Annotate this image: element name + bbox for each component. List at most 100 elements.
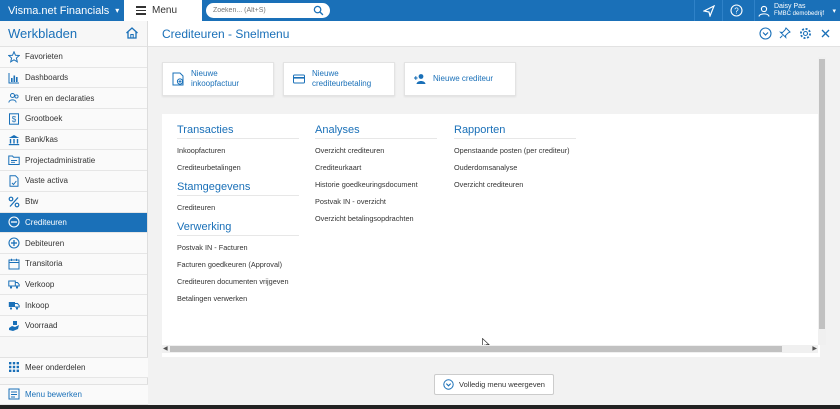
sidebar-item-favorieten[interactable]: Favorieten xyxy=(0,47,147,68)
menu-button[interactable]: Menu xyxy=(124,0,202,21)
search-input[interactable] xyxy=(213,7,313,14)
new-creditor-button[interactable]: Nieuwe crediteur xyxy=(404,62,516,96)
brand-name: Visma.net Financials xyxy=(8,4,110,17)
new-purchase-invoice-button[interactable]: Nieuwe inkoopfactuur xyxy=(162,62,274,96)
link-overzicht-betalingsopdrachten[interactable]: Overzicht betalingsopdrachten xyxy=(315,213,437,230)
section-title-stamgegevens: Stamgegevens xyxy=(177,181,299,196)
sidebar-item-label: Transitoria xyxy=(25,259,63,269)
link-openstaande-posten[interactable]: Openstaande posten (per crediteur) xyxy=(454,145,576,162)
sidebar-item-projectadministratie[interactable]: Projectadministratie xyxy=(0,150,147,172)
sidebar-item-uren-en-declaraties[interactable]: Uren en declaraties xyxy=(0,88,147,110)
link-crediteurkaart[interactable]: Crediteurkaart xyxy=(315,162,437,179)
sidebar-title: Werkbladen xyxy=(8,26,78,41)
window-bottom-edge xyxy=(0,405,840,409)
sidebar-item-bank-kas[interactable]: Bank/kas xyxy=(0,129,147,151)
sidebar-item-btw[interactable]: Btw xyxy=(0,191,147,213)
sidebar-edit-menu-button[interactable]: Menu bewerken xyxy=(0,384,148,405)
sidebar-item-label: Btw xyxy=(25,197,39,207)
help-icon: ? xyxy=(730,4,743,17)
top-bar: Visma.net Financials ▾ Menu ? Daisy Pas … xyxy=(0,0,840,21)
link-betalingen-verwerken[interactable]: Betalingen verwerken xyxy=(177,293,299,310)
sidebar-item-dashboards[interactable]: Dashboards xyxy=(0,67,147,89)
sidebar-item-debiteuren[interactable]: Debiteuren xyxy=(0,233,147,254)
truck-icon xyxy=(7,278,20,291)
link-facturen-goedkeuren[interactable]: Facturen goedkeuren (Approval) xyxy=(177,259,299,276)
search-icon[interactable] xyxy=(313,5,324,16)
svg-text:?: ? xyxy=(734,6,739,15)
sidebar-item-label: Verkoop xyxy=(25,279,55,289)
sidebar-item-label: Voorraad xyxy=(25,321,58,331)
quick-action-label: Nieuwe crediteurbetaling xyxy=(312,69,372,88)
user-company: FMBC demobedrijf xyxy=(774,11,825,17)
sidebar-more-button[interactable]: Meer onderdelen xyxy=(0,357,148,378)
plus-circle-icon xyxy=(7,237,20,250)
chevron-down-icon: ▾ xyxy=(115,6,120,15)
percent-icon xyxy=(7,195,20,208)
user-icon xyxy=(758,5,770,17)
hamburger-icon xyxy=(136,4,146,17)
quick-menu-panel: Transacties Inkoopfacturen Crediteurbeta… xyxy=(162,114,820,357)
full-menu-button[interactable]: Volledig menu weergeven xyxy=(434,374,554,395)
horizontal-scroll-thumb[interactable] xyxy=(170,346,782,352)
star-icon xyxy=(7,50,20,63)
sidebar-item-transitoria[interactable]: Transitoria xyxy=(0,253,147,275)
people-icon xyxy=(7,92,20,105)
bar-chart-icon xyxy=(7,71,20,84)
edit-menu-icon xyxy=(7,388,20,401)
sidebar-edit-label: Menu bewerken xyxy=(25,389,82,399)
user-menu[interactable]: Daisy Pas FMBC demobedrijf ▾ xyxy=(754,0,840,21)
vertical-scrollbar[interactable] xyxy=(818,57,826,345)
sidebar: Werkbladen Favorieten Dashboards Uren en… xyxy=(0,21,148,409)
horizontal-scrollbar[interactable]: ◀ ▶ xyxy=(162,345,818,353)
sidebar-item-label: Dashboards xyxy=(25,73,69,83)
column-left: Transacties Inkoopfacturen Crediteurbeta… xyxy=(177,124,299,310)
dollar-book-icon: $ xyxy=(7,112,20,125)
grid-icon xyxy=(7,361,20,374)
link-postvak-in-overzicht[interactable]: Postvak IN - overzicht xyxy=(315,196,437,213)
sidebar-item-inkoop[interactable]: Inkoop xyxy=(0,295,147,316)
sidebar-item-grootboek[interactable]: $ Grootboek xyxy=(0,109,147,130)
folder-icon xyxy=(7,154,20,167)
rocket-button[interactable] xyxy=(694,0,722,21)
user-name: Daisy Pas xyxy=(774,3,806,10)
brand-switcher[interactable]: Visma.net Financials ▾ xyxy=(0,0,124,21)
link-historie-goedkeuringsdocument[interactable]: Historie goedkeuringsdocument xyxy=(315,179,437,196)
sidebar-item-voorraad[interactable]: Voorraad xyxy=(0,315,147,337)
close-icon[interactable] xyxy=(818,26,832,40)
rocket-icon xyxy=(702,4,715,17)
hand-icon xyxy=(7,319,20,332)
home-icon[interactable] xyxy=(125,26,139,40)
menu-label: Menu xyxy=(152,5,178,16)
sidebar-item-label: Vaste activa xyxy=(25,176,68,186)
sidebar-item-crediteuren[interactable]: Crediteuren xyxy=(0,212,147,234)
quick-action-label: Nieuwe crediteur xyxy=(433,74,494,83)
section-title-transacties: Transacties xyxy=(177,124,299,139)
link-inkoopfacturen[interactable]: Inkoopfacturen xyxy=(177,145,299,162)
help-button[interactable]: ? xyxy=(722,0,750,21)
scroll-right-icon[interactable]: ▶ xyxy=(812,345,817,352)
link-postvak-in-facturen[interactable]: Postvak IN - Facturen xyxy=(177,242,299,259)
card-icon xyxy=(293,74,305,84)
link-overzicht-crediteuren-rapport[interactable]: Overzicht crediteuren xyxy=(454,179,576,196)
section-title-analyses: Analyses xyxy=(315,124,437,139)
sidebar-item-vaste-activa[interactable]: Vaste activa xyxy=(0,171,147,192)
pin-icon[interactable] xyxy=(778,26,792,40)
search-box xyxy=(206,3,330,18)
link-overzicht-crediteuren[interactable]: Overzicht crediteuren xyxy=(315,145,437,162)
chevron-down-circle-icon[interactable] xyxy=(758,26,772,40)
column-analyses: Analyses Overzicht crediteuren Crediteur… xyxy=(315,124,437,230)
svg-text:$: $ xyxy=(11,115,16,124)
link-crediteuren-documenten-vrijgeven[interactable]: Crediteuren documenten vrijgeven xyxy=(177,276,299,293)
new-creditor-payment-button[interactable]: Nieuwe crediteurbetaling xyxy=(283,62,395,96)
chevron-down-circle-icon xyxy=(443,379,454,390)
link-ouderdomsanalyse[interactable]: Ouderdomsanalyse xyxy=(454,162,576,179)
delivery-icon xyxy=(7,299,20,312)
sidebar-header: Werkbladen xyxy=(0,21,147,47)
bank-icon xyxy=(7,133,20,146)
vertical-scroll-thumb[interactable] xyxy=(819,59,825,329)
sidebar-item-verkoop[interactable]: Verkoop xyxy=(0,274,147,296)
link-crediteurbetalingen[interactable]: Crediteurbetalingen xyxy=(177,162,299,179)
scroll-left-icon[interactable]: ◀ xyxy=(163,345,168,352)
link-crediteuren[interactable]: Crediteuren xyxy=(177,202,299,219)
gear-icon[interactable] xyxy=(798,26,812,40)
